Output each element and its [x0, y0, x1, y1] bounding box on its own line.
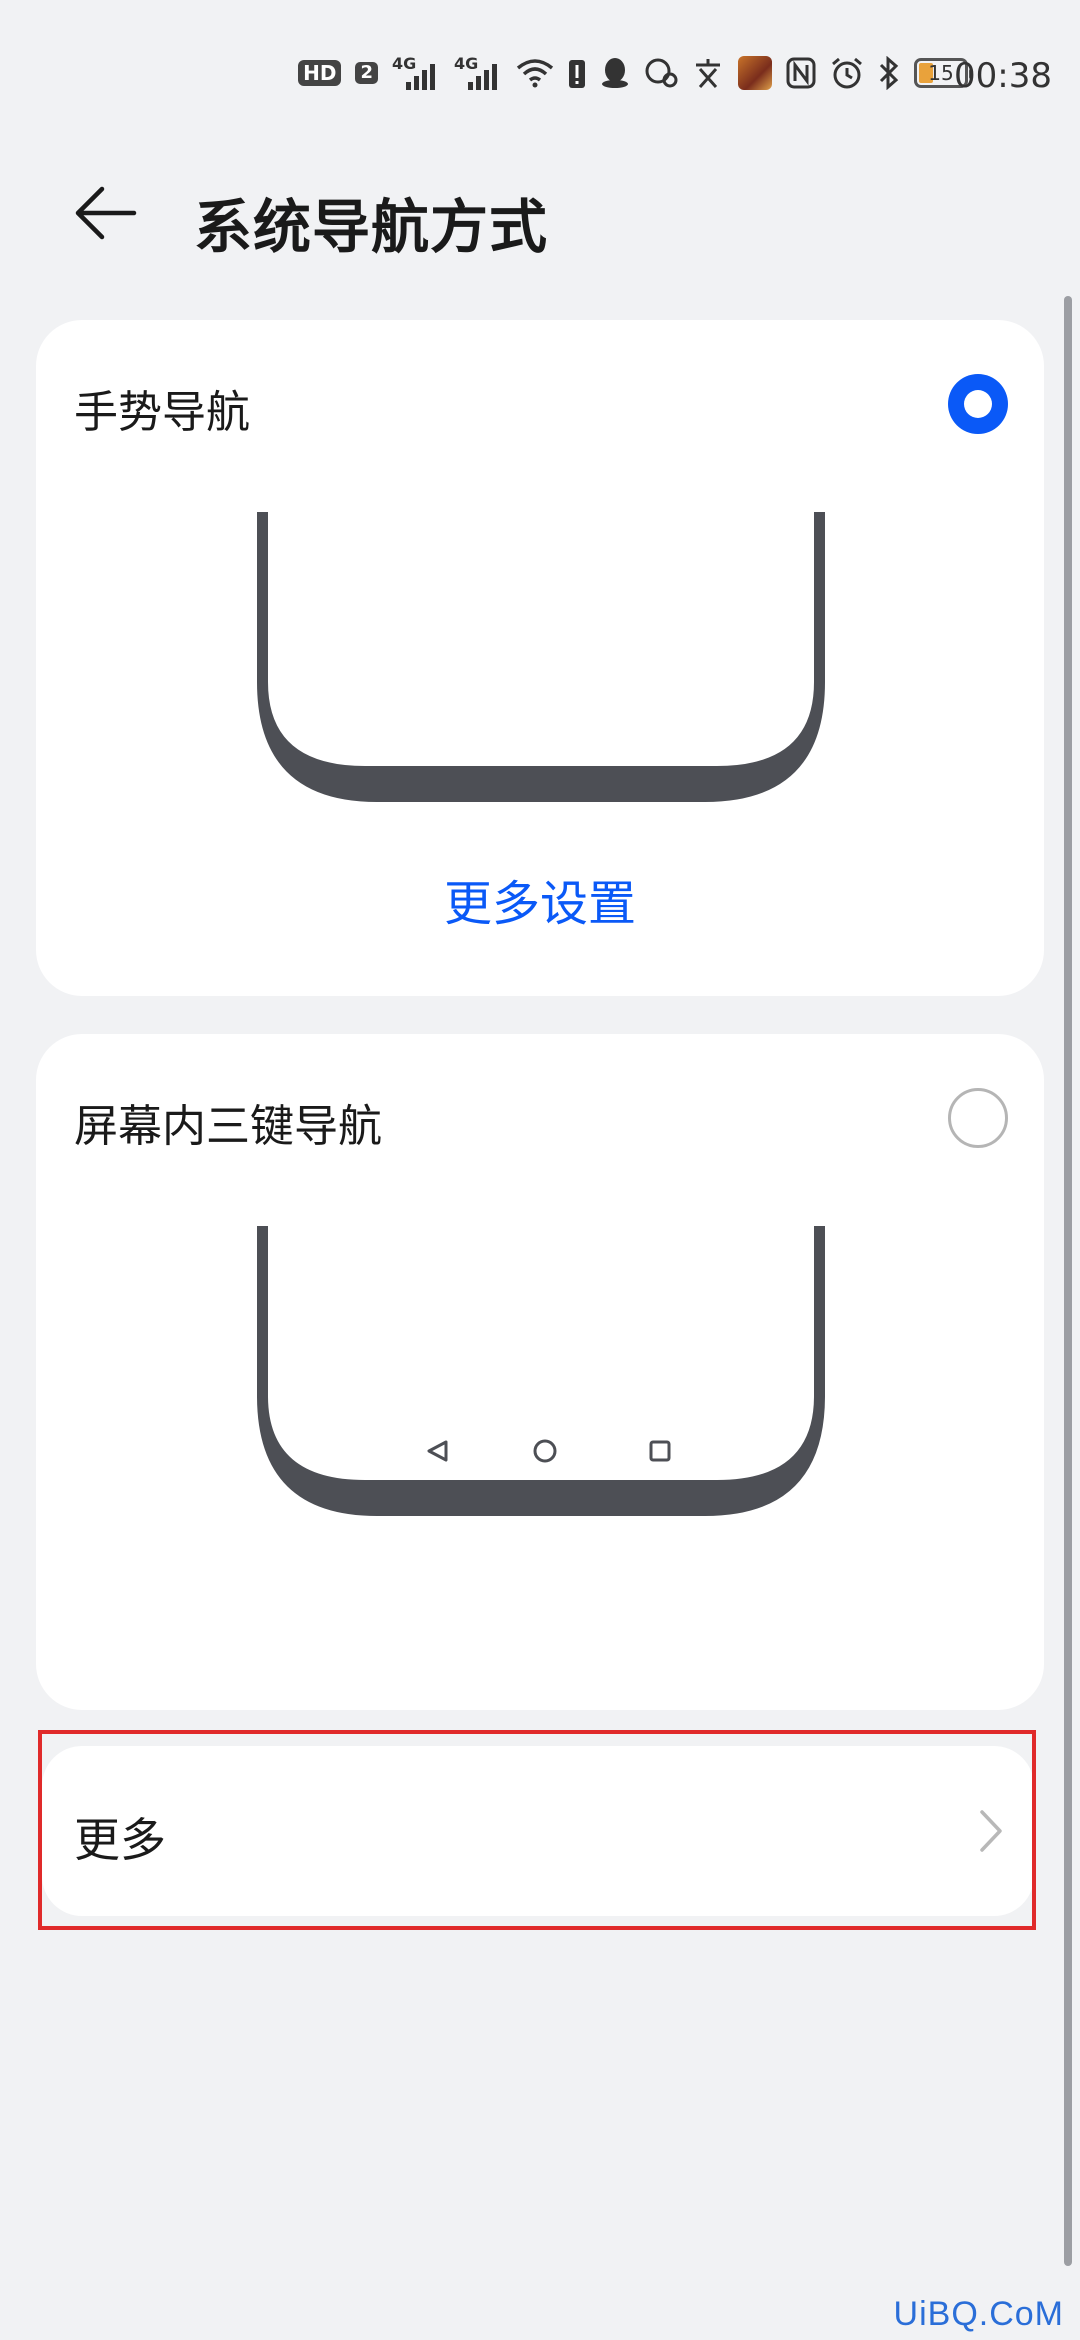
- back-button[interactable]: [70, 178, 150, 248]
- chat-icon: [644, 58, 678, 88]
- highlight-annotation-box: [38, 1730, 1036, 1930]
- back-key-icon: [427, 1440, 448, 1462]
- scrollbar[interactable]: [1064, 296, 1072, 2266]
- bluetooth-icon: [878, 56, 900, 90]
- back-arrow-icon: [75, 186, 137, 240]
- recents-key-icon: [649, 1440, 671, 1462]
- home-key-icon: [533, 1439, 557, 1463]
- status-icons: HD 2 4G 4G 15: [298, 56, 973, 90]
- hd-icon: HD: [298, 60, 342, 86]
- gesture-phone-illustration: [257, 512, 825, 802]
- signal-icon: 4G: [392, 56, 440, 90]
- nfc-icon: [786, 57, 816, 89]
- signal-icon: 4G: [454, 56, 502, 90]
- qq-icon: [600, 57, 630, 89]
- status-bar: HD 2 4G 4G 15 00:38: [0, 0, 1080, 120]
- status-time: 00:38: [954, 56, 1052, 96]
- alert-icon: [568, 57, 586, 89]
- three-key-phone-illustration: [257, 1226, 825, 1516]
- watermark-text: UiBQ.CoM: [893, 2295, 1064, 2333]
- gesture-navigation-card[interactable]: 手势导航 更多设置: [36, 320, 1044, 996]
- game-avatar-icon: [738, 56, 772, 90]
- three-key-navigation-radio[interactable]: [948, 1088, 1008, 1148]
- sim-icon: 2: [355, 62, 378, 84]
- three-key-navigation-label: 屏幕内三键导航: [74, 1101, 382, 1152]
- more-settings-link[interactable]: 更多设置: [36, 864, 1044, 934]
- alarm-icon: [830, 56, 864, 90]
- wifi-icon: [516, 58, 554, 88]
- gesture-navigation-label: 手势导航: [74, 387, 250, 438]
- three-key-navigation-card[interactable]: 屏幕内三键导航: [36, 1034, 1044, 1710]
- gesture-navigation-radio[interactable]: [948, 374, 1008, 434]
- translate-icon: [692, 57, 724, 89]
- page-title: 系统导航方式: [194, 193, 549, 261]
